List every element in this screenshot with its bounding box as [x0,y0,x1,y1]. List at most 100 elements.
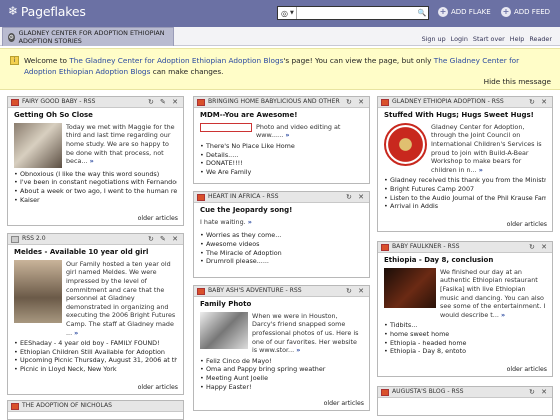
feature-thumbnail[interactable] [200,311,248,349]
older-articles-link[interactable]: older articles [507,366,547,374]
pageflakes-logo[interactable]: ❄ Pageflakes [8,4,86,20]
widget-controls[interactable]: ↻ ✕ [346,98,366,107]
feature-thumbnail[interactable] [200,122,252,132]
welcome-notice: i Welcome to The Gladney Center for Adop… [0,48,560,90]
older-articles-link[interactable]: older articles [324,400,364,408]
add-feed-button[interactable]: + ADD FEED [501,7,550,17]
feature-title[interactable]: Cue the Jeopardy song! [200,206,363,215]
feature-thumbnail[interactable] [14,259,62,323]
list-item[interactable]: Bright Futures Camp 2007 [384,185,546,194]
feature-text: When we were in Houston, Darcy's friend … [252,311,359,355]
more-link[interactable]: » [74,329,78,337]
feature-title[interactable]: Stuffed With Hugs; Hugs Sweet Hugs! [384,111,546,120]
list-item[interactable]: Oma and Pappy bring spring weather [200,365,363,374]
widget-title: AUGUSTA'S BLOG - RSS [392,388,464,396]
feature-thumbnail[interactable] [384,267,436,308]
older-articles-link[interactable]: older articles [138,384,178,392]
more-link[interactable]: » [248,218,252,226]
list-item[interactable]: Drumroll please...... [200,257,363,266]
list-item[interactable]: About a week or two ago, I went to the h… [14,187,177,196]
list-item[interactable]: We Are Family [200,168,363,177]
notice-mid: 's page! You can view the page, but only [283,56,434,65]
list-item[interactable]: There's No Place Like Home [200,142,363,151]
feature-text: We finished our day at an authentic Ethi… [440,267,546,319]
feature-title[interactable]: Family Photo [200,300,363,309]
list-item[interactable]: Gladney received this thank you from the… [384,176,546,185]
feature-title[interactable]: Getting Oh So Close [14,111,177,120]
widget-header[interactable]: BABY FAULKNER - RSS ↻ ✕ [378,242,552,253]
list-item[interactable]: DONATE!!!! [200,159,363,168]
feature-title[interactable]: MDM--You are Awesome! [200,111,363,120]
reader-link[interactable]: Reader [529,35,552,43]
more-link[interactable]: » [90,157,94,165]
widget-controls[interactable]: ↻ ✕ [529,98,549,107]
widget-controls[interactable]: ↻ ✕ [346,287,366,296]
list-item[interactable]: Ethiopia - headed home [384,339,546,348]
widget-header[interactable]: THE ADOPTION OF NICHOLAS [8,401,183,412]
feature-text: Our Family hosted a ten year old girl na… [66,259,176,337]
hide-message-link[interactable]: Hide this message [484,77,551,86]
list-item[interactable]: Feliz Cinco de Mayo! [200,357,363,366]
search-divider [295,7,297,19]
help-link[interactable]: Help [510,35,525,43]
more-link[interactable]: » [285,131,289,139]
more-link[interactable]: » [296,346,300,354]
feature-thumbnail[interactable] [14,122,62,168]
list-item[interactable]: EEShaday - 4 year old boy - FAMILY FOUND… [14,339,177,348]
widget-header[interactable]: HEART IN AFRICA - RSS ↻ ✕ [194,192,369,203]
chevron-down-icon[interactable]: ▼ [290,10,294,16]
older-articles-link[interactable]: older articles [138,215,178,223]
start-over-link[interactable]: Start over [473,35,505,43]
add-flake-button[interactable]: + ADD FLAKE [438,7,491,17]
list-item[interactable]: Upcoming Picnic Thursday, August 31, 200… [14,356,177,365]
list-item[interactable]: Obnoxious (I like the way this word soun… [14,170,177,179]
list-item[interactable]: Happy Easter! [200,383,363,392]
feature-title[interactable]: Meldes - Available 10 year old girl [14,248,177,257]
list-item[interactable]: Awesome videos [200,240,363,249]
widget-header[interactable]: AUGUSTA'S BLOG - RSS ↻ ✕ [378,387,552,398]
widget-header[interactable]: BRINGING HOME BABYLICIOUS AND OTHER ↻ ✕ [194,97,369,108]
widget-header[interactable]: BABY ASH'S ADVENTURE - RSS ↻ ✕ [194,286,369,297]
feature-title[interactable]: Ethiopia - Day 8, conclusion [384,256,546,265]
plus-icon: + [501,7,511,17]
owner-link[interactable]: The Gladney Center for Adoption Ethiopia… [69,56,283,65]
list-item[interactable]: Meeting Aunt Joelle [200,374,363,383]
widget-controls[interactable]: ↻ ✕ [529,388,549,397]
widget-controls[interactable]: ↻ ✎ ✕ [148,235,180,244]
widget-header[interactable]: RSS 2.0 ↻ ✎ ✕ [8,234,183,245]
sign-up-link[interactable]: Sign up [422,35,446,43]
list-item[interactable]: Kaiser [14,196,177,205]
list-item[interactable]: Arrival in Addis [384,202,546,211]
widget-controls[interactable]: ↻ ✎ ✕ [148,98,180,107]
widget-heart-in-africa: HEART IN AFRICA - RSS ↻ ✕ Cue the Jeopard… [193,191,370,278]
list-item[interactable]: Details..... [200,151,363,160]
widget-controls[interactable]: ↻ ✕ [529,243,549,252]
list-item[interactable]: Picnic in Lloyd Neck, New York [14,365,177,374]
more-link[interactable]: » [501,311,505,319]
search-engine-icon[interactable]: ◎ [279,8,290,19]
widget-header[interactable]: FAIRY GOOD BABY - RSS ↻ ✎ ✕ [8,97,183,108]
tab-gladney[interactable]: ⚙ GLADNEY CENTER FOR ADOPTION ETHIOPIAN A… [2,27,174,46]
widget-title: BABY FAULKNER - RSS [392,243,460,251]
rss-icon [197,287,205,295]
list-item[interactable]: Listen to the Audio Journal of the Phil … [384,194,546,203]
list-item[interactable]: home sweet home [384,330,546,339]
flake-icon: ❄ [8,4,18,19]
search-icon[interactable]: 🔍 [416,7,428,19]
widget-controls[interactable]: ↻ ✕ [346,193,366,202]
tab-gear-icon[interactable]: ⚙ [8,32,15,42]
list-item[interactable]: The Miracle of Adoption [200,249,363,258]
widget-header[interactable]: GLADNEY ETHIOPIA ADOPTION - RSS ↻ ✕ [378,97,552,108]
login-link[interactable]: Login [451,35,468,43]
feed-icon [11,235,19,243]
list-item[interactable]: Ethiopia - Day 8, entoto [384,347,546,356]
list-item[interactable]: I've been in constant negotiations with … [14,178,177,187]
older-articles-link[interactable]: older articles [507,221,547,229]
more-link[interactable]: » [479,166,483,174]
feature-thumbnail[interactable] [384,122,427,166]
widget-gladney-ethiopia-adoption: GLADNEY ETHIOPIA ADOPTION - RSS ↻ ✕ Stuff… [377,96,553,232]
list-item[interactable]: Tidbits... [384,321,546,330]
list-item[interactable]: Worries as they come... [200,231,363,240]
list-item[interactable]: Ethiopian Children Still Available for A… [14,348,177,357]
search-box[interactable]: ◎ ▼ 🔍 [277,6,429,20]
